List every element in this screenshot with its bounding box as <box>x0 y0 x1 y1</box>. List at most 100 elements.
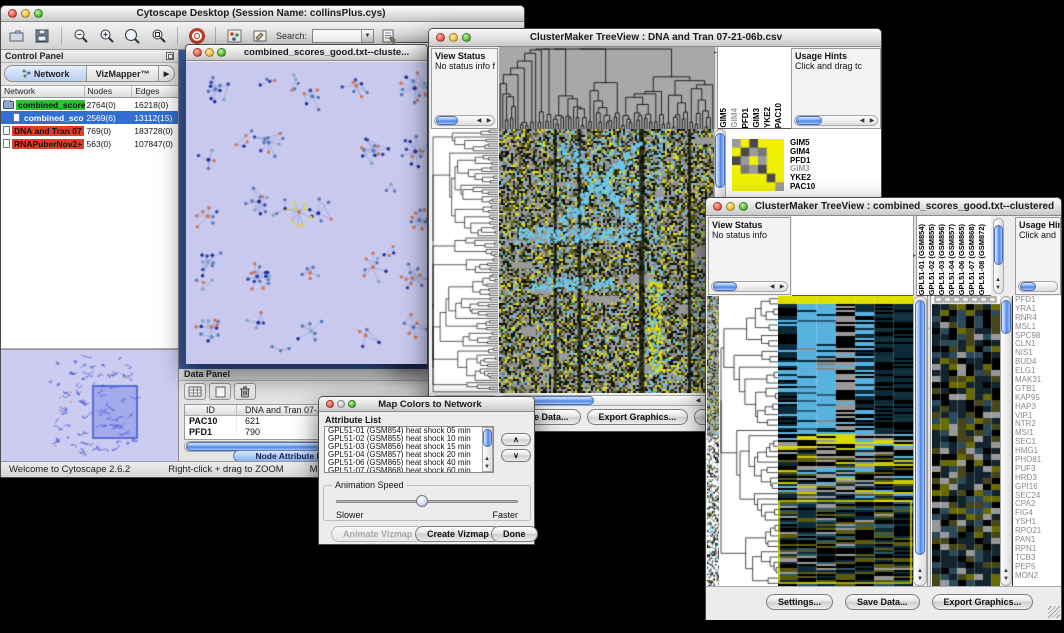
scroll-thumb[interactable] <box>915 300 925 555</box>
usage-hints-hscrollbar[interactable]: ◀ ▶ <box>794 115 878 126</box>
column-label[interactable]: GIM5 <box>718 108 729 128</box>
network-view-titlebar[interactable]: combined_scores_good.txt--cluste... <box>186 45 427 61</box>
zoom-button[interactable] <box>462 33 471 42</box>
splitter[interactable]: ◦ <box>927 296 931 586</box>
zoom-vscrollbar[interactable]: ▲ ▼ <box>1000 296 1012 586</box>
zoom-in-icon[interactable] <box>96 25 117 46</box>
network-row[interactable]: DNA and Tran 07 769(0) 183728(0) <box>1 124 178 137</box>
tab-overflow-arrow[interactable]: ▶ <box>159 66 174 81</box>
scroll-up-icon[interactable]: ▲ <box>915 568 925 575</box>
scroll-thumb[interactable] <box>530 396 594 405</box>
minimize-button[interactable] <box>726 202 735 211</box>
network-row[interactable]: combined_sco 2569(6) 13112(15) <box>1 111 178 124</box>
row-label[interactable]: PAC10 <box>790 183 850 192</box>
attribute-item[interactable]: GPL51-07 (GSM868) heat shock 60 min <box>325 467 493 473</box>
scroll-up-icon[interactable]: ▲ <box>482 456 492 463</box>
col-network[interactable]: Network <box>1 86 85 97</box>
column-label[interactable]: GPL51-03 (GSM856) <box>937 224 947 295</box>
minimize-button[interactable] <box>205 48 214 57</box>
close-button[interactable] <box>193 48 202 57</box>
col-edges[interactable]: Edges <box>132 86 178 97</box>
delete-attribute-icon[interactable] <box>234 383 256 400</box>
scroll-thumb[interactable] <box>1001 300 1011 334</box>
column-label[interactable]: GPL51-07 (GSM868) <box>967 224 977 295</box>
scroll-left-icon[interactable]: ◀ <box>767 284 777 291</box>
zoom-selected-icon[interactable] <box>148 25 169 46</box>
scroll-right-icon[interactable]: ▶ <box>867 118 877 125</box>
help-lifering-icon[interactable] <box>186 25 207 46</box>
heatmap-vscrollbar[interactable]: ▲ ▼ <box>913 296 927 586</box>
scroll-thumb[interactable] <box>796 116 822 125</box>
network-overview-canvas[interactable] <box>1 350 177 463</box>
close-button[interactable] <box>436 33 445 42</box>
column-label[interactable]: GIM4 <box>729 108 740 128</box>
annotation-icon[interactable] <box>250 25 271 46</box>
zoom-heatmap-canvas[interactable] <box>732 139 784 191</box>
tab-network[interactable]: Network <box>5 66 87 81</box>
treeview-button[interactable]: Export Graphics... <box>587 409 689 425</box>
main-titlebar[interactable]: Cytoscape Desktop (Session Name: collins… <box>1 6 524 22</box>
scroll-thumb[interactable] <box>1020 282 1036 291</box>
minimize-button[interactable] <box>337 400 345 408</box>
column-label[interactable]: GPL51-04 (GSM857) <box>947 224 957 295</box>
attribute-list-vscrollbar[interactable]: ▲ ▼ <box>482 427 493 472</box>
column-label[interactable]: GPL51-06 (GSM865) <box>957 224 967 295</box>
col-nodes[interactable]: Nodes <box>85 86 133 97</box>
search-dropdown-icon[interactable]: ▼ <box>361 30 373 42</box>
gene-label[interactable]: MON2 <box>1013 572 1061 581</box>
scroll-right-icon[interactable]: ▶ <box>484 118 494 125</box>
treeview-dna-titlebar[interactable]: ClusterMaker TreeView : DNA and Tran 07-… <box>429 29 881 47</box>
scroll-thumb[interactable] <box>713 282 737 291</box>
zoom-button[interactable] <box>348 400 356 408</box>
network-row[interactable]: RNAPuberNov2+ 563(0) 107847(0) <box>1 137 178 150</box>
col-id[interactable]: ID <box>185 405 237 415</box>
done-button[interactable]: Done <box>491 526 538 542</box>
create-vizmap-button[interactable]: Create Vizmap <box>415 526 501 542</box>
open-file-icon[interactable] <box>6 25 27 46</box>
network-canvas[interactable] <box>186 62 427 364</box>
zoom-button[interactable] <box>217 48 226 57</box>
new-attribute-icon[interactable] <box>209 383 231 400</box>
move-up-button[interactable]: ∧ <box>501 433 531 446</box>
search-input[interactable] <box>313 30 361 42</box>
scroll-down-icon[interactable]: ▼ <box>993 285 1003 292</box>
column-label[interactable]: YKE2 <box>762 107 773 128</box>
column-dendrogram-area[interactable] <box>792 216 913 296</box>
vizmap-icon[interactable] <box>224 25 245 46</box>
column-dendrogram-canvas[interactable] <box>499 47 714 129</box>
minimize-button[interactable] <box>449 33 458 42</box>
column-label[interactable]: GPL51-01 (GSM854) <box>917 224 927 295</box>
move-down-button[interactable]: ∨ <box>501 449 531 462</box>
scroll-thumb[interactable] <box>436 116 458 125</box>
close-button[interactable] <box>8 9 17 18</box>
column-labels-vscrollbar[interactable]: ▲ ▼ <box>993 218 1004 294</box>
scroll-left-icon[interactable]: ◀ <box>474 118 484 125</box>
treeview-button[interactable]: Export Graphics... <box>932 594 1034 610</box>
scroll-thumb[interactable] <box>483 429 492 447</box>
zoom-button[interactable] <box>739 202 748 211</box>
scroll-thumb[interactable] <box>715 133 725 188</box>
save-icon[interactable] <box>32 25 53 46</box>
column-label[interactable]: GIM3 <box>751 108 762 128</box>
view-status-hscrollbar[interactable]: ◀ ▶ <box>711 281 788 292</box>
close-button[interactable] <box>326 400 334 408</box>
scroll-down-icon[interactable]: ▼ <box>1001 576 1011 583</box>
scroll-left-icon[interactable]: ◀ <box>693 398 703 405</box>
global-overview-strip-canvas[interactable] <box>707 296 719 586</box>
column-label[interactable]: PAC10 <box>773 103 784 128</box>
animate-vizmap-button[interactable]: Animate Vizmap <box>331 526 424 542</box>
select-attributes-icon[interactable] <box>184 383 206 400</box>
scroll-down-icon[interactable]: ▼ <box>915 576 925 583</box>
row-dendrogram-canvas[interactable] <box>719 296 778 586</box>
column-label[interactable]: GPL51-02 (GSM855) <box>927 224 937 295</box>
zoom-heatmap-canvas[interactable] <box>932 296 1000 586</box>
scroll-up-icon[interactable]: ▲ <box>1001 568 1011 575</box>
scroll-down-icon[interactable]: ▼ <box>482 464 492 471</box>
minimize-button[interactable] <box>21 9 30 18</box>
float-panel-icon[interactable] <box>166 52 174 60</box>
view-status-hscrollbar[interactable]: ◀ ▶ <box>434 115 495 126</box>
usage-hints-hscrollbar[interactable] <box>1018 281 1058 292</box>
tab-vizmapper[interactable]: VizMapper™ <box>87 66 159 81</box>
close-button[interactable] <box>713 202 722 211</box>
zoom-button[interactable] <box>34 9 43 18</box>
